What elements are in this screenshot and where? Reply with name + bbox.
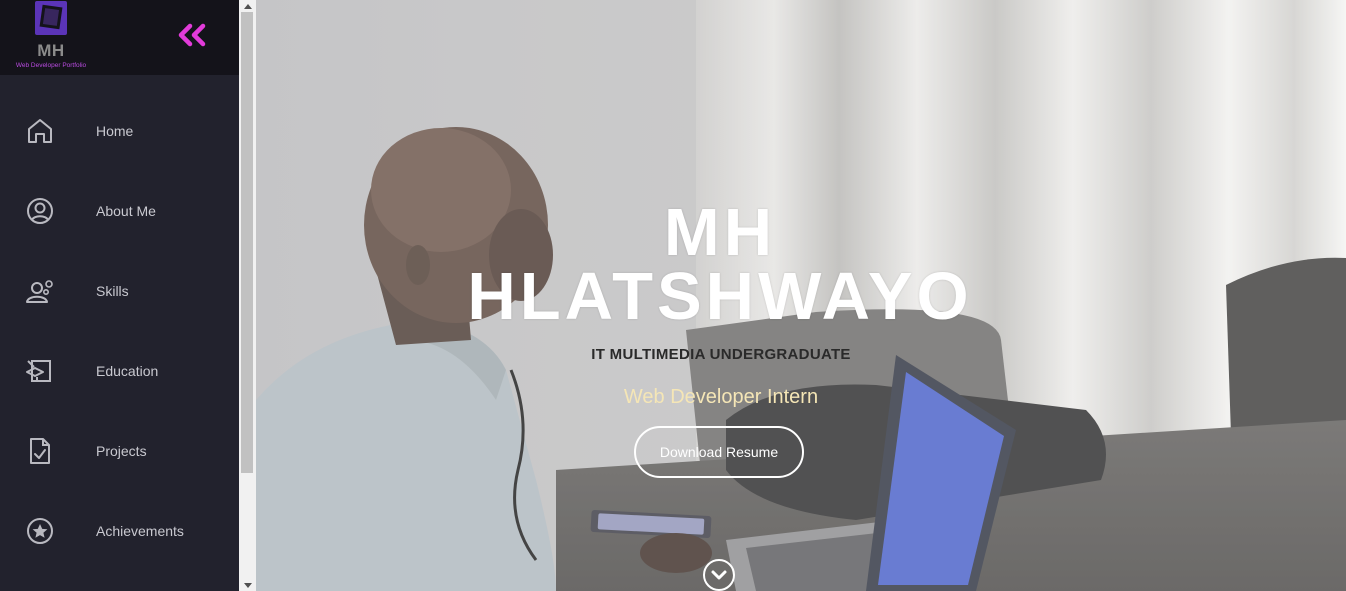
double-chevron-left-icon (178, 23, 206, 47)
download-resume-button[interactable]: Download Resume (634, 426, 804, 478)
sidebar-item-label: Projects (96, 443, 147, 459)
sidebar-header: MH Web Developer Portfolio (0, 0, 239, 75)
sidebar-item-projects[interactable]: Projects (0, 411, 239, 491)
logo[interactable]: MH Web Developer Portfolio (14, 0, 92, 72)
sidebar-item-label: Skills (96, 283, 129, 299)
triangle-up-icon (243, 3, 252, 9)
scroll-up-arrow[interactable] (239, 0, 256, 12)
user-circle-icon (27, 198, 53, 224)
sidebar-nav: Home About Me Skills Education Projects … (0, 91, 239, 571)
logo-mark-icon (35, 1, 67, 35)
chevron-down-icon (711, 570, 727, 580)
sidebar-item-achievements[interactable]: Achievements (0, 491, 239, 571)
graduation-board-icon (26, 360, 51, 382)
logo-tagline: Web Developer Portfolio (15, 62, 87, 69)
home-icon (28, 119, 52, 143)
hero-section: MH HLATSHWAYO IT MULTIMEDIA UNDERGRADUAT… (256, 0, 1346, 591)
document-check-icon (30, 438, 50, 464)
scroll-thumb[interactable] (241, 12, 253, 473)
sidebar-item-home[interactable]: Home (0, 91, 239, 171)
logo-initials: MH (37, 41, 65, 60)
hero-subtitle: IT MULTIMEDIA UNDERGRADUATE (591, 346, 851, 363)
sidebar-scrollbar[interactable] (239, 0, 256, 591)
star-circle-icon (27, 518, 53, 544)
user-gear-icon (26, 280, 53, 303)
scroll-down-arrow[interactable] (239, 579, 256, 591)
sidebar-item-about-me[interactable]: About Me (0, 171, 239, 251)
sidebar-item-label: About Me (96, 203, 156, 219)
sidebar-item-label: Home (96, 123, 134, 139)
scroll-down-button[interactable] (703, 559, 735, 591)
hero-name-line2: HLATSHWAYO (467, 259, 973, 334)
sidebar-item-label: Achievements (96, 523, 184, 539)
hero-name-line1: MH (663, 195, 777, 270)
sidebar-item-skills[interactable]: Skills (0, 251, 239, 331)
triangle-down-icon (243, 582, 252, 588)
sidebar-item-education[interactable]: Education (0, 331, 239, 411)
sidebar-item-label: Education (96, 363, 159, 379)
hero-content: MH HLATSHWAYO IT MULTIMEDIA UNDERGRADUAT… (256, 0, 1346, 591)
sidebar: MH Web Developer Portfolio Home About Me (0, 0, 239, 591)
hero-role: Web Developer Intern (623, 386, 819, 408)
sidebar-collapse-button[interactable] (176, 22, 210, 50)
